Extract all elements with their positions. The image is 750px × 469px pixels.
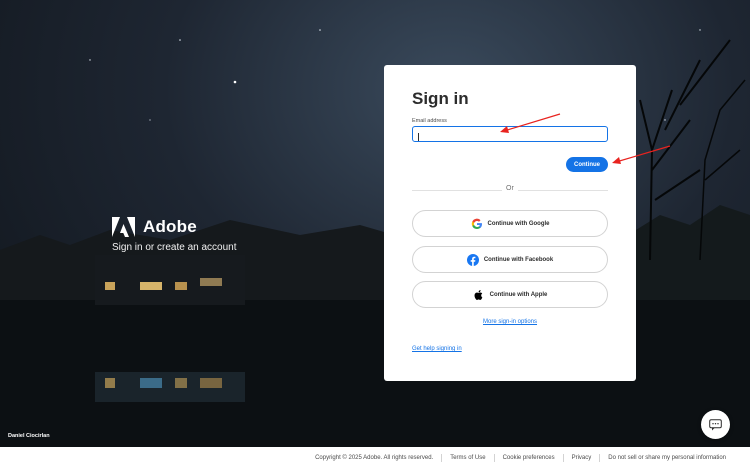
apple-signin-label: Continue with Apple xyxy=(489,291,548,298)
cookie-preferences-link[interactable]: Cookie preferences xyxy=(493,454,563,462)
brand-tagline: Sign in or create an account xyxy=(112,242,237,253)
more-signin-options-link[interactable]: More sign-in options xyxy=(384,319,636,325)
privacy-link[interactable]: Privacy xyxy=(562,454,600,462)
facebook-signin-label: Continue with Facebook xyxy=(483,256,554,263)
copyright-text: Copyright © 2025 Adobe. All rights reser… xyxy=(315,455,434,461)
do-not-sell-link[interactable]: Do not sell or share my personal informa… xyxy=(599,454,734,462)
page-title: Sign in xyxy=(412,89,469,108)
footer: Copyright © 2025 Adobe. All rights reser… xyxy=(0,447,750,469)
annotation-arrow-continue xyxy=(612,145,671,164)
chat-icon xyxy=(709,418,722,430)
annotation-arrow-email xyxy=(500,113,561,133)
photo-credit: Daniel Ciocirlan xyxy=(8,433,50,439)
or-divider-label: Or xyxy=(502,185,518,192)
continue-button[interactable]: Continue xyxy=(566,157,608,172)
facebook-signin-button[interactable]: Continue with Facebook xyxy=(412,246,608,273)
google-icon xyxy=(471,218,482,229)
brand-block: Adobe Sign in or create an account xyxy=(112,217,237,253)
facebook-icon xyxy=(466,253,479,266)
terms-of-use-link[interactable]: Terms of Use xyxy=(441,454,493,462)
chat-button[interactable] xyxy=(701,410,730,439)
brand-name: Adobe xyxy=(143,217,197,236)
get-help-link[interactable]: Get help signing in xyxy=(412,346,462,352)
google-signin-label: Continue with Google xyxy=(487,220,550,227)
google-signin-button[interactable]: Continue with Google xyxy=(412,210,608,237)
text-caret xyxy=(418,133,419,141)
adobe-logo-icon xyxy=(112,217,135,237)
apple-icon xyxy=(474,289,482,300)
apple-signin-button[interactable]: Continue with Apple xyxy=(412,281,608,308)
